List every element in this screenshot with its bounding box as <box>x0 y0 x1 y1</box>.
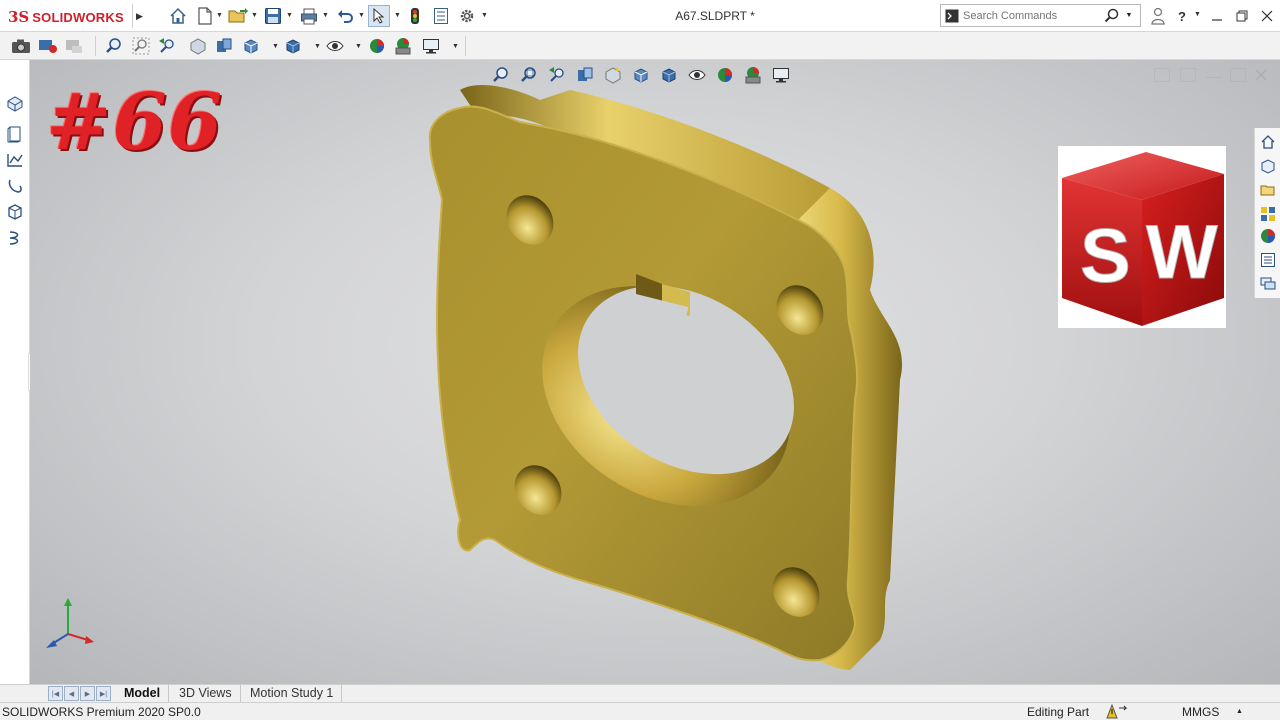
task-pane-strip <box>1254 128 1280 298</box>
home-icon[interactable] <box>167 5 189 27</box>
document-title: A67.SLDPRT * <box>675 9 755 23</box>
apply-scene-icon[interactable] <box>392 35 414 57</box>
undo-icon[interactable] <box>334 5 356 27</box>
rebuild-traffic-light-icon[interactable] <box>404 5 426 27</box>
custom-properties-icon[interactable] <box>1257 250 1279 270</box>
undo-dropdown-caret-icon[interactable]: ▼ <box>358 12 365 19</box>
display-style-icon[interactable] <box>282 35 304 57</box>
new-document-icon[interactable] <box>194 5 216 27</box>
viewport-minimize-icon[interactable] <box>1206 68 1222 78</box>
units-dropdown-caret-icon[interactable]: ▲ <box>1236 708 1243 715</box>
solidworks-logo[interactable]: 3S SOLIDWORKS <box>8 7 124 27</box>
view-palette-icon[interactable] <box>1257 204 1279 224</box>
viewport-close-icon[interactable] <box>1254 68 1270 82</box>
edit-appearance-icon[interactable] <box>366 35 388 57</box>
title-bar: 3S SOLIDWORKS ▶ ▼ ▼ ▼ ▼ ▼ ▼ ▼ A67.SLDPRT… <box>0 0 1280 32</box>
ds-brand-mark: 3S <box>8 8 30 26</box>
record-gray-icon[interactable] <box>63 35 85 57</box>
file-properties-icon[interactable] <box>430 5 452 27</box>
zoom-to-fit-icon[interactable] <box>103 35 125 57</box>
user-icon[interactable] <box>1148 6 1168 26</box>
first-tab-arrow-icon[interactable]: |◀ <box>48 686 63 701</box>
configuration-manager-icon[interactable] <box>4 149 26 171</box>
viewport-link-icon[interactable] <box>1180 68 1196 82</box>
view-orientation-caret-icon[interactable]: ▼ <box>272 43 279 50</box>
print-icon[interactable] <box>298 5 320 27</box>
brand-name: SOLIDWORKS <box>32 9 124 25</box>
view-settings-icon[interactable] <box>420 35 442 57</box>
sw-logo-w: W <box>1146 210 1218 295</box>
bottom-tabs-bar: |◀ ◀ ▶ ▶| Model 3D Views Motion Study 1 <box>0 684 1280 703</box>
episode-number-overlay: #66 <box>46 77 223 168</box>
status-edit-mode: Editing Part <box>1027 705 1090 719</box>
property-manager-icon[interactable] <box>4 123 26 145</box>
toolbar-separator <box>465 36 466 56</box>
tab-3d-views[interactable]: 3D Views <box>171 685 241 703</box>
sw-logo-s: S <box>1080 214 1131 299</box>
select-arrow-icon[interactable] <box>368 5 390 27</box>
save-dropdown-caret-icon[interactable]: ▼ <box>286 12 293 19</box>
toolbar-separator <box>95 36 96 56</box>
design-library-icon[interactable] <box>1257 156 1279 176</box>
help-dropdown-caret-icon[interactable]: ▼ <box>1194 11 1201 18</box>
close-icon[interactable] <box>1257 6 1277 26</box>
hide-show-icon[interactable] <box>324 35 346 57</box>
viewport-split-icon[interactable] <box>1154 68 1170 82</box>
coordinate-triad-icon <box>46 598 94 648</box>
viewport-restore-icon[interactable] <box>1230 68 1246 82</box>
tab-motion-study-1[interactable]: Motion Study 1 <box>242 685 343 703</box>
status-bar: SOLIDWORKS Premium 2020 SP0.0 Editing Pa… <box>0 702 1280 720</box>
view-settings-caret-icon[interactable]: ▼ <box>452 43 459 50</box>
options-dropdown-caret-icon[interactable]: ▼ <box>481 12 488 19</box>
manager-tabs-strip <box>0 60 30 684</box>
open-dropdown-caret-icon[interactable]: ▼ <box>251 12 258 19</box>
hide-show-caret-icon[interactable]: ▼ <box>355 43 362 50</box>
dimxpert-icon[interactable] <box>4 175 26 197</box>
command-prompt-icon <box>941 5 963 26</box>
zoom-area-icon[interactable] <box>130 35 152 57</box>
last-tab-arrow-icon[interactable]: ▶| <box>96 686 111 701</box>
flange-part-3d-model[interactable] <box>400 80 960 680</box>
command-toolbar: ▼ ▼ ▼ ▼ <box>0 32 1280 60</box>
solidworks-resources-icon[interactable] <box>1257 132 1279 152</box>
solidworks-cube-logo: S W <box>1058 146 1226 328</box>
view-orientation-icon[interactable] <box>240 35 262 57</box>
search-input[interactable] <box>963 9 1101 22</box>
display-style-caret-icon[interactable]: ▼ <box>314 43 321 50</box>
status-unit-system[interactable]: MMGS <box>1182 705 1219 719</box>
search-icon[interactable] <box>1101 5 1123 26</box>
help-icon[interactable]: ? <box>1172 6 1192 26</box>
open-folder-icon[interactable] <box>227 5 249 27</box>
forum-icon[interactable] <box>1257 274 1279 294</box>
graphics-viewport[interactable]: #66 S W <box>30 60 1280 684</box>
cam-icon[interactable] <box>4 227 26 249</box>
section-view-icon[interactable] <box>187 35 209 57</box>
status-app-version: SOLIDWORKS Premium 2020 SP0.0 <box>2 705 201 719</box>
menu-expand-arrow-icon[interactable]: ▶ <box>132 4 146 28</box>
select-dropdown-caret-icon[interactable]: ▼ <box>394 12 401 19</box>
new-dropdown-caret-icon[interactable]: ▼ <box>216 12 223 19</box>
camera-icon[interactable] <box>10 35 32 57</box>
print-dropdown-caret-icon[interactable]: ▼ <box>322 12 329 19</box>
feature-manager-icon[interactable] <box>4 93 26 115</box>
rebuild-warning-icon[interactable] <box>1106 704 1128 720</box>
next-tab-arrow-icon[interactable]: ▶ <box>80 686 95 701</box>
tab-model[interactable]: Model <box>116 685 170 703</box>
dynamic-annotation-icon[interactable] <box>213 35 235 57</box>
file-explorer-icon[interactable] <box>1257 180 1279 200</box>
appearances-icon[interactable] <box>1257 226 1279 246</box>
record-icon[interactable] <box>37 35 59 57</box>
search-commands-box[interactable]: ▼ <box>940 4 1141 27</box>
search-dropdown-caret-icon[interactable]: ▼ <box>1123 12 1135 19</box>
save-icon[interactable] <box>262 5 284 27</box>
prev-tab-arrow-icon[interactable]: ◀ <box>64 686 79 701</box>
minimize-icon[interactable] <box>1207 6 1227 26</box>
previous-view-icon[interactable] <box>156 35 178 57</box>
restore-icon[interactable] <box>1232 6 1252 26</box>
display-manager-icon[interactable] <box>4 201 26 223</box>
options-gear-icon[interactable] <box>456 5 478 27</box>
